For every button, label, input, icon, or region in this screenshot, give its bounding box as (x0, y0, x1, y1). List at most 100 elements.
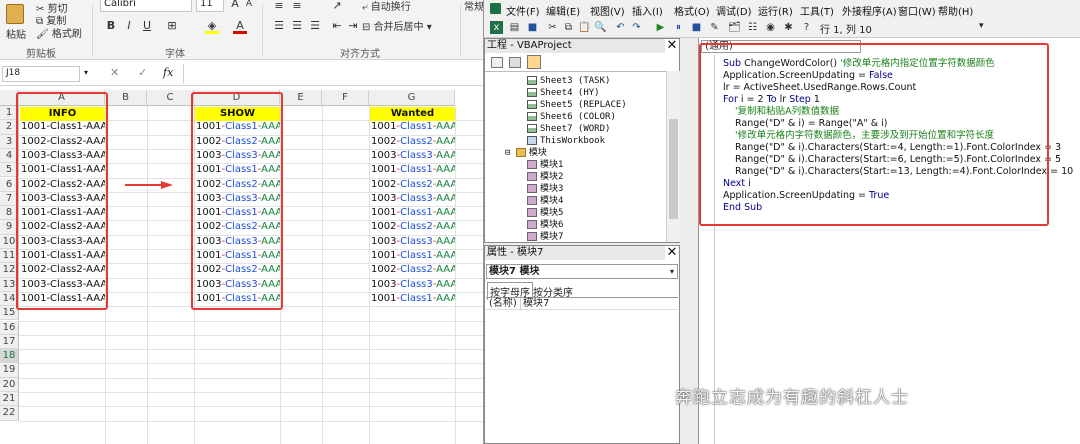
align-right-icon[interactable]: ☰ (308, 18, 322, 34)
tree-item[interactable]: ⊟ 模块 (505, 147, 547, 159)
column-header[interactable]: B (105, 90, 147, 106)
row-header[interactable]: 16 (0, 320, 19, 335)
grow-font-icon[interactable]: A (228, 0, 242, 12)
wanted-cell[interactable]: 1001-Class1-AAA3 (369, 206, 455, 220)
menu-item[interactable]: 视图(V) (590, 3, 625, 18)
menu-item[interactable]: 帮助(H) (938, 3, 973, 18)
menu-item[interactable]: 调试(D) (716, 3, 752, 18)
wanted-cell[interactable]: 1003-Class3-AAA6 (369, 278, 455, 292)
increase-indent-icon[interactable]: ⇥ (346, 18, 360, 34)
column-header[interactable]: F (322, 90, 369, 106)
tree-item[interactable]: ThisWorkbook (527, 135, 605, 147)
redo-icon[interactable]: ↷ (630, 21, 643, 34)
paste-button[interactable]: 粘贴 (6, 26, 26, 41)
cancel-icon[interactable]: ✕ (110, 66, 119, 79)
fill-color-icon[interactable]: ◈ (205, 18, 219, 34)
tree-item[interactable]: 模块3 (527, 183, 563, 195)
collapse-icon[interactable]: ⊟ (505, 148, 516, 158)
name-box[interactable]: J18 (2, 66, 80, 82)
menu-item[interactable]: 格式(O) (674, 3, 710, 18)
help-icon[interactable]: ? (800, 21, 813, 34)
wanted-cell[interactable]: 1002-Class2-AAA3 (369, 178, 455, 192)
tree-item[interactable]: Sheet6 (COLOR) (527, 111, 616, 123)
find-icon[interactable]: 🔍 (594, 21, 607, 34)
close-icon[interactable]: ✕ (666, 246, 678, 259)
view-object-icon[interactable] (509, 57, 521, 68)
tree-item[interactable]: Sheet7 (WORD) (527, 123, 610, 135)
reset-icon[interactable]: ■ (690, 21, 703, 34)
decrease-indent-icon[interactable]: ⇤ (330, 18, 344, 34)
toggle-folders-icon[interactable] (527, 55, 541, 69)
menu-item[interactable]: 运行(R) (758, 3, 793, 18)
font-name-combo[interactable]: Calibri (100, 0, 192, 12)
close-icon[interactable]: ✕ (666, 39, 678, 52)
tree-item[interactable]: 模块1 (527, 159, 563, 171)
row-header[interactable]: 17 (0, 334, 19, 350)
wanted-cell[interactable]: 1003-Class3-AAA3 (369, 149, 455, 163)
wanted-cell[interactable]: 1002-Class2-AAA4 (369, 220, 455, 234)
run-icon[interactable]: ▶ (654, 21, 667, 34)
menu-item[interactable]: 编辑(E) (546, 3, 580, 18)
design-mode-icon[interactable]: ✎ (708, 21, 721, 34)
merge-center-button[interactable]: ⊟ 合并后居中 ▾ (362, 18, 432, 33)
align-center-icon[interactable]: ☰ (290, 18, 304, 34)
column-header[interactable]: E (280, 90, 322, 106)
align-top-icon[interactable]: ≡ (272, 0, 286, 14)
wanted-cell[interactable]: 1001-Class1-AAA4 (369, 249, 455, 263)
tree-item[interactable]: 模块4 (527, 195, 563, 207)
tree-item[interactable]: 模块5 (527, 207, 563, 219)
menu-item[interactable]: 插入(I) (632, 3, 663, 18)
undo-icon[interactable]: ↶ (614, 21, 627, 34)
break-icon[interactable]: ⏸ (672, 21, 685, 34)
insert-module-icon[interactable]: ▤ (508, 21, 521, 34)
paste-icon[interactable] (6, 4, 24, 24)
tree-item[interactable]: 模块6 (527, 219, 563, 231)
border-icon[interactable]: ⊞ (165, 18, 179, 34)
font-color-icon[interactable]: A (233, 18, 247, 34)
view-excel-icon[interactable]: x (490, 21, 503, 34)
view-code-icon[interactable] (491, 57, 503, 68)
wanted-cell[interactable]: 1002-Class2-AAA2 (369, 135, 455, 149)
wanted-cell[interactable]: 1001-Class1-AAA2 (369, 163, 455, 177)
enter-icon[interactable]: ✓ (138, 66, 147, 79)
column-header[interactable]: C (147, 90, 194, 106)
format-painter-button[interactable]: 🖌 格式刷 (36, 25, 82, 40)
row-header[interactable]: 21 (0, 392, 19, 407)
tree-item[interactable]: 模块7 (527, 231, 563, 243)
shrink-font-icon[interactable]: A (242, 0, 256, 12)
menu-item[interactable]: 窗口(W) (898, 3, 936, 18)
toolbar-scroll-icon[interactable]: ▾ (979, 21, 984, 31)
wanted-cell[interactable]: 1001-Class1-AAA5 (369, 292, 455, 306)
orientation-icon[interactable]: ↗ (330, 0, 344, 14)
object-combo[interactable]: 模块7 模块 ▾ (486, 264, 678, 279)
copy-icon[interactable]: ⧉ (562, 21, 575, 34)
bold-button[interactable]: B (104, 18, 118, 34)
row-header[interactable]: 22 (0, 406, 19, 421)
tree-item[interactable]: Sheet3 (TASK) (527, 75, 610, 87)
tree-item[interactable]: 模块2 (527, 171, 563, 183)
menu-item[interactable]: 文件(F) (506, 3, 540, 18)
object-browser-icon[interactable]: ◉ (764, 21, 777, 34)
scrollbar-thumb[interactable] (669, 119, 678, 219)
formula-input[interactable] (183, 64, 483, 84)
header-cell-wanted[interactable]: Wanted (370, 107, 455, 121)
name-box-dropdown-icon[interactable]: ▾ (84, 68, 88, 77)
excel-app-icon[interactable] (490, 3, 501, 14)
font-size-combo[interactable]: 11 (196, 0, 224, 12)
column-header[interactable]: G (369, 90, 455, 106)
number-format-label[interactable]: 常规 (464, 0, 484, 13)
tree-scrollbar[interactable] (666, 71, 680, 242)
row-header[interactable]: 18 (0, 349, 19, 364)
menu-item[interactable]: 外接程序(A) (842, 3, 897, 18)
paste-icon[interactable]: 📋 (578, 21, 591, 34)
wrap-text-button[interactable]: ⤶ 自动换行 (362, 0, 411, 13)
toolbox-icon[interactable]: ✱ (782, 21, 795, 34)
save-icon[interactable]: ■ (526, 21, 539, 34)
wanted-cell[interactable]: 1003-Class3-AAA5 (369, 235, 455, 249)
tree-item[interactable]: Sheet5 (REPLACE) (527, 99, 627, 111)
underline-button[interactable]: U (140, 18, 154, 34)
wanted-cell[interactable]: 1002-Class2-AAA5 (369, 263, 455, 277)
wanted-cell[interactable]: 1003-Class3-AAA4 (369, 192, 455, 206)
row-header[interactable]: 20 (0, 377, 19, 392)
italic-button[interactable]: I (122, 18, 136, 34)
